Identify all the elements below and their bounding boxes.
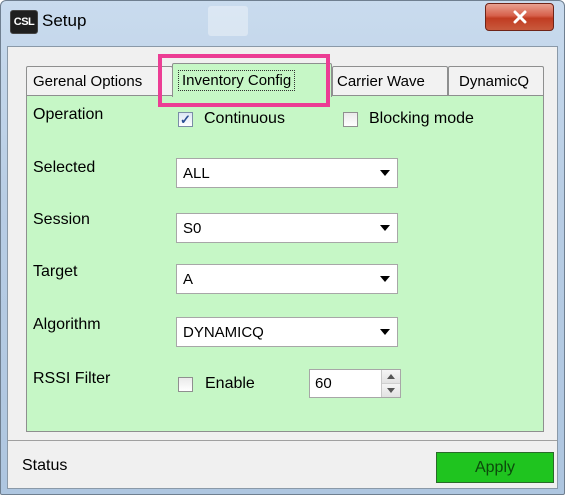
spin-up-button[interactable] — [382, 370, 400, 384]
rssi-threshold-value: 60 — [315, 375, 332, 392]
spinner-buttons — [381, 370, 400, 397]
tab-label: Gerenal Options — [33, 73, 143, 90]
checkmark-icon: ✓ — [180, 112, 191, 127]
continuous-label: Continuous — [204, 110, 285, 127]
algorithm-label: Algorithm — [33, 316, 101, 333]
window-title: Setup — [42, 11, 87, 30]
chevron-down-icon — [373, 225, 397, 231]
status-text: Status — [22, 457, 68, 474]
close-button[interactable] — [485, 3, 554, 31]
tab-carrier-wave[interactable]: Carrier Wave — [332, 66, 448, 96]
spin-down-button[interactable] — [382, 384, 400, 397]
tab-general-options[interactable]: Gerenal Options — [26, 66, 173, 96]
highlight-box — [158, 54, 330, 107]
algorithm-dropdown[interactable]: DYNAMICQ — [176, 317, 398, 347]
selected-dropdown[interactable]: ALL — [176, 158, 398, 188]
chevron-down-icon — [387, 388, 395, 393]
blocking-mode-label: Blocking mode — [369, 110, 474, 127]
status-divider — [8, 440, 557, 441]
selected-value: ALL — [183, 164, 210, 182]
rssi-filter-label: RSSI Filter — [33, 370, 111, 387]
target-label: Target — [33, 263, 78, 280]
operation-label: Operation — [33, 106, 104, 123]
rssi-threshold-spinner[interactable]: 60 — [309, 369, 401, 398]
tab-label: Carrier Wave — [337, 73, 425, 90]
app-icon: CSL — [10, 10, 38, 34]
apply-button[interactable]: Apply — [436, 452, 554, 483]
algorithm-value: DYNAMICQ — [183, 323, 264, 341]
tab-label: DynamicQ — [459, 73, 530, 90]
close-icon — [513, 10, 526, 24]
chevron-down-icon — [373, 276, 397, 282]
blocking-mode-checkbox[interactable] — [343, 112, 358, 127]
target-dropdown[interactable]: A — [176, 264, 398, 294]
rssi-enable-checkbox[interactable] — [178, 377, 193, 392]
chevron-down-icon — [373, 170, 397, 176]
target-value: A — [183, 270, 194, 288]
title-bar-ghost — [208, 6, 248, 36]
chevron-up-icon — [387, 374, 395, 379]
session-label: Session — [33, 211, 90, 228]
continuous-checkbox[interactable]: ✓ — [178, 112, 193, 127]
session-value: S0 — [183, 219, 202, 237]
chevron-down-icon — [373, 329, 397, 335]
session-dropdown[interactable]: S0 — [176, 213, 398, 243]
selected-label: Selected — [33, 159, 96, 176]
rssi-enable-label: Enable — [205, 375, 255, 392]
tab-dynamicq[interactable]: DynamicQ — [448, 66, 544, 96]
